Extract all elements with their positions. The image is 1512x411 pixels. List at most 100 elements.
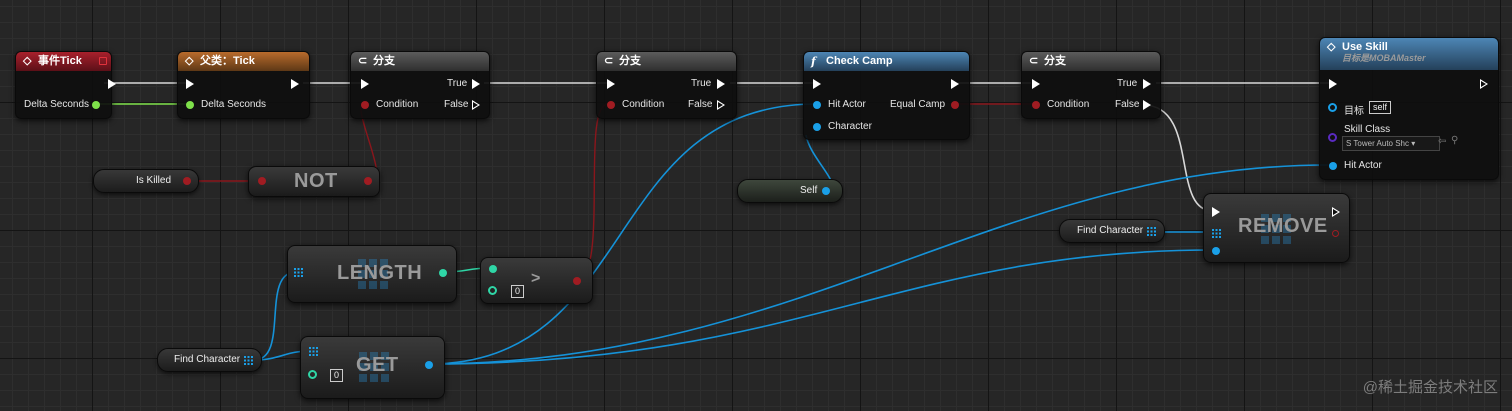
exec-in-pin[interactable] [361,79,369,89]
branch-icon: ⊂ [604,55,614,67]
array-out-pin[interactable] [1147,227,1156,236]
dropdown-value: S Tower Auto Shc [1346,139,1409,148]
bool-in-pin[interactable] [258,177,266,185]
pin-label: Delta Seconds [201,99,267,110]
search-icon[interactable]: ⚲ [1451,135,1458,146]
node-header: ◇ Use Skill 目标是MOBAMaster [1320,38,1498,70]
exec-out-pin[interactable] [1480,79,1488,89]
greater-than-node[interactable]: 0 > [480,257,593,304]
exec-in-pin[interactable] [607,79,615,89]
exec-in-pin[interactable] [813,79,821,89]
browse-arrow-icon[interactable]: ⇦ [1438,136,1446,147]
character-pin[interactable] [813,123,821,131]
greater-than-title: > [531,270,541,287]
b-in-pin[interactable] [488,286,497,295]
item-out-pin[interactable] [425,361,433,369]
node-header: f Check Camp [804,52,969,71]
int-out-pin[interactable] [439,269,447,277]
node-title: Check Camp [826,55,893,67]
check-camp-node[interactable]: f Check Camp Hit Actor Equal Camp Charact… [803,51,970,140]
index-value-field[interactable]: 0 [330,369,343,382]
branch-node-3[interactable]: ⊂ 分支 True Condition False [1021,51,1161,119]
array-out-pin[interactable] [244,356,253,365]
bool-out-pin[interactable] [364,177,372,185]
self-reference-node[interactable]: Self [737,179,843,203]
get-node[interactable]: 0 GET [300,336,445,399]
false-exec-pin[interactable] [717,100,725,110]
bool-wire [575,103,609,281]
exec-in-pin[interactable] [1329,79,1337,89]
variable-label: Find Character [1077,225,1144,236]
self-out-pin[interactable] [822,187,830,195]
bool-out-pin[interactable] [573,277,581,285]
is-killed-variable[interactable]: Is Killed [93,169,199,193]
node-title: Use Skill [1342,41,1388,53]
remove-node[interactable]: REMOVE [1203,193,1350,263]
event-tick-node[interactable]: ◇ 事件Tick Delta Seconds [15,51,116,119]
delegate-square-icon[interactable] [99,57,107,65]
node-header: ◇ 父类：Tick [178,52,309,71]
array-in-pin[interactable] [309,347,318,356]
not-node[interactable]: NOT [248,166,380,197]
skill-class-pin[interactable] [1328,133,1337,142]
target-label: 目标 [1344,106,1364,117]
length-node[interactable]: LENGTH [287,245,457,303]
false-exec-pin[interactable] [1143,100,1151,110]
watermark: @稀土掘金技术社区 [1362,379,1498,396]
true-exec-pin[interactable] [472,79,480,89]
node-header: ⊂ 分支 [1022,52,1160,71]
condition-label: Condition [1047,99,1090,110]
bool-out-pin[interactable] [1332,230,1339,237]
node-title: 事件Tick [38,55,82,67]
bool-out-pin[interactable] [183,177,191,185]
exec-in-pin[interactable] [1212,207,1220,217]
chevron-down-icon: ▾ [1411,139,1416,148]
a-in-pin[interactable] [489,265,497,273]
exec-out-pin[interactable] [1332,207,1340,217]
item-in-pin[interactable] [1212,247,1220,255]
true-label: True [691,78,712,89]
branch-node-2[interactable]: ⊂ 分支 True Condition False [596,51,737,119]
pin-label: Delta Seconds [24,99,90,110]
find-character-variable-2[interactable]: Find Character [1059,219,1165,243]
target-value-field[interactable]: self [1369,101,1392,114]
false-label: False [688,99,713,110]
hit-actor-pin[interactable] [1329,162,1337,170]
condition-pin[interactable] [607,101,615,109]
false-label: False [1115,99,1140,110]
delta-seconds-in-pin[interactable] [186,101,194,109]
exec-in-pin[interactable] [186,79,194,89]
hit-actor-pin[interactable] [813,101,821,109]
index-in-pin[interactable] [308,370,317,379]
exec-out-pin[interactable] [951,79,959,89]
true-exec-pin[interactable] [1143,79,1151,89]
condition-pin[interactable] [1032,101,1040,109]
array-in-pin[interactable] [1212,229,1221,238]
false-exec-pin[interactable] [472,100,480,110]
branch-node-1[interactable]: ⊂ 分支 True Condition False [350,51,490,119]
condition-label: Condition [622,99,665,110]
delta-seconds-out-pin[interactable] [92,101,100,109]
function-diamond-icon: ◇ [1327,41,1336,53]
use-skill-node[interactable]: ◇ Use Skill 目标是MOBAMaster 目标 self Skill C… [1319,37,1499,180]
function-diamond-icon: ◇ [185,55,194,67]
exec-out-pin[interactable] [108,79,116,89]
length-title: LENGTH [337,262,423,284]
node-header: ⊂ 分支 [597,52,736,71]
target-pin[interactable] [1328,103,1337,112]
true-exec-pin[interactable] [717,79,725,89]
parent-tick-node[interactable]: ◇ 父类：Tick Delta Seconds [177,51,310,119]
node-title: 分支 [373,55,395,67]
remove-title: REMOVE [1238,215,1328,237]
equal-camp-pin[interactable] [951,101,959,109]
condition-label: Condition [376,99,419,110]
find-character-variable-1[interactable]: Find Character [157,348,262,372]
object-wire [427,103,818,365]
b-value-field[interactable]: 0 [511,285,524,298]
array-in-pin[interactable] [294,268,303,277]
condition-pin[interactable] [361,101,369,109]
exec-wire [1142,104,1214,212]
skill-class-dropdown[interactable]: S Tower Auto Shc ▾ [1342,136,1440,151]
exec-in-pin[interactable] [1032,79,1040,89]
exec-out-pin[interactable] [291,79,299,89]
